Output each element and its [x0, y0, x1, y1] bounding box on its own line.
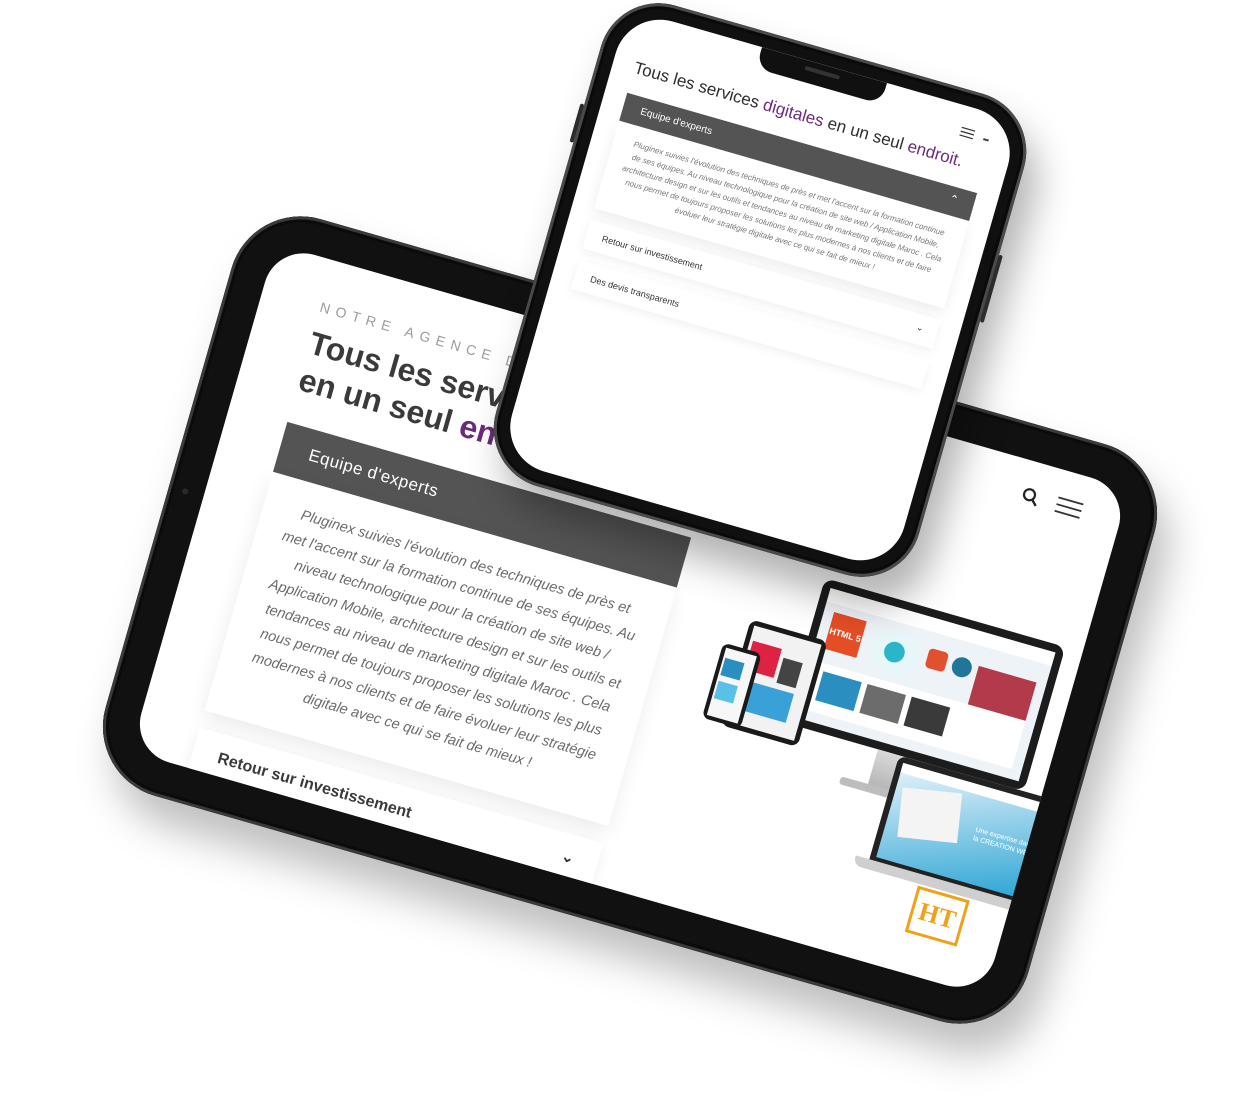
tablet-camera — [181, 487, 189, 496]
accordion-label: Retour sur investissement — [600, 233, 704, 272]
hamburger-menu-icon[interactable] — [957, 123, 975, 144]
hamburger-menu-icon[interactable] — [1054, 495, 1084, 519]
phone-services-section: Tous les services digitales en un seul e… — [570, 57, 987, 390]
illustration-laptop: Une expertise dans la CREATION WEB — [868, 755, 1063, 909]
phone-notch — [755, 47, 887, 105]
accordion-label: Des devis transparents — [589, 274, 681, 310]
illustration-monitor: HTML 5 — [783, 578, 1066, 792]
more-options-icon[interactable]: ••• — [982, 134, 990, 144]
phone-side-button — [979, 254, 1003, 323]
accordion-label: Des devis transparents — [196, 815, 371, 881]
phone-title-accent-1: digitales — [760, 95, 827, 131]
phone-speaker — [804, 65, 841, 80]
laptop-hero-text: Une expertise dans la CREATION WEB — [972, 826, 1035, 859]
multi-device-illustration: HTML 5 Une expertise dans la CREATION WE… — [668, 556, 1094, 934]
html5-badge: HTML 5 — [823, 611, 867, 658]
chevron-down-icon: ⌄ — [559, 847, 577, 868]
phone-title-middle: en un seul — [820, 112, 911, 155]
phone-title-accent-2: endroit. — [905, 136, 966, 171]
chevron-down-icon: ⌄ — [540, 913, 558, 933]
phone-volume-button — [569, 103, 585, 143]
search-icon[interactable] — [1019, 485, 1041, 507]
chevron-up-icon: ⌃ — [947, 192, 960, 207]
chevron-down-icon: ⌄ — [915, 321, 926, 334]
tablet-header-icons — [1019, 485, 1084, 519]
phone-header-icons: ••• — [957, 123, 990, 148]
